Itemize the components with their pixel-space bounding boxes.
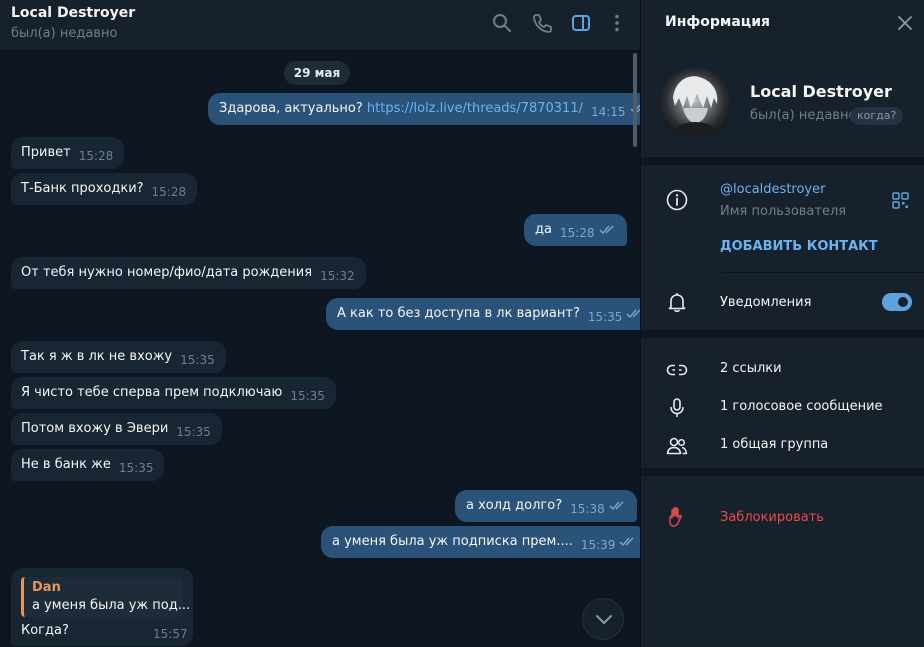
last-seen-chip[interactable]: когда? — [850, 107, 904, 125]
message-time: 14:15 — [590, 105, 626, 119]
message-time: 15:35 — [118, 461, 154, 475]
section-divider — [641, 468, 924, 476]
username-label: Имя пользователя — [720, 204, 847, 219]
microphone-icon — [665, 396, 689, 420]
scroll-thumb[interactable] — [633, 53, 637, 147]
message-time: 15:38 — [570, 502, 605, 516]
chat-header: Local Destroyer был(а) недавно — [0, 0, 640, 51]
toggle-knob — [896, 295, 910, 309]
message-outgoing[interactable]: А как то без доступа в лк вариант? 15:35 — [326, 298, 655, 330]
read-check-icon — [609, 501, 627, 511]
message-text: а уменя была уж подписка прем.... — [332, 534, 573, 549]
notifications-toggle[interactable] — [882, 293, 912, 311]
chevron-down-icon — [596, 615, 612, 624]
info-title: Информация — [665, 14, 770, 30]
quote-author: Dan — [32, 580, 61, 595]
message-text: да — [535, 222, 552, 237]
message-incoming[interactable]: Т-Банк проходки? 15:28 — [11, 173, 198, 205]
message-time: 15:35 — [587, 310, 623, 324]
section-divider — [641, 157, 924, 165]
section-divider — [641, 330, 924, 338]
chat-pane: Local Destroyer был(а) недавно 29 мая Зд… — [0, 0, 658, 647]
message-incoming[interactable]: От тебя нужно номер/фио/дата рождения 15:… — [11, 257, 366, 289]
message-link[interactable]: https://lolz.live/threads/7870311/ — [367, 101, 583, 116]
message-time: 15:28 — [78, 149, 114, 163]
link-icon — [665, 358, 689, 382]
qr-code-icon[interactable] — [892, 192, 909, 209]
message-outgoing[interactable]: да 15:28 — [524, 214, 627, 246]
hand-stop-icon — [665, 505, 689, 529]
avatar[interactable] — [659, 68, 731, 140]
message-text: а холд долго? — [466, 498, 563, 513]
message-text: От тебя нужно номер/фио/дата рождения — [21, 265, 313, 280]
notifications-label: Уведомления — [720, 295, 812, 310]
profile-status: был(а) недавно — [750, 108, 857, 123]
message-time: 15:57 — [153, 627, 188, 641]
message-time: 15:28 — [151, 185, 187, 199]
message-text: Здарова, актуально? — [219, 101, 367, 116]
phone-icon[interactable] — [531, 12, 553, 34]
message-text: Я чисто тебе сперва прем подключаю — [21, 385, 283, 400]
message-incoming[interactable]: Не в банк же 15:35 — [11, 449, 165, 481]
search-icon[interactable] — [491, 12, 513, 34]
group-icon — [665, 434, 689, 458]
info-panel: Информация Local Destroyer был(а) недавн… — [641, 0, 924, 647]
message-text: Когда? — [21, 623, 69, 638]
chat-scrollbar[interactable] — [632, 51, 638, 647]
message-text: Так я ж в лк не вхожу — [21, 349, 173, 364]
message-text: Потом вхожу в Эвери — [21, 421, 169, 436]
row-divider — [721, 272, 924, 273]
common-groups-count[interactable]: 1 общая группа — [720, 437, 828, 452]
reply-quote[interactable]: Dan а уменя была уж под... — [21, 577, 190, 617]
message-text: А как то без доступа в лк вариант? — [337, 306, 580, 321]
message-time: 15:35 — [180, 353, 215, 367]
info-icon — [665, 188, 689, 212]
close-icon[interactable] — [897, 15, 913, 31]
message-time: 15:35 — [290, 389, 325, 403]
message-text: Не в банк же — [21, 457, 111, 472]
message-reply-incoming[interactable]: Dan а уменя была уж под... Когда? 15:57 — [11, 568, 193, 646]
chat-status: был(а) недавно — [11, 26, 118, 41]
message-time: 15:35 — [176, 425, 211, 439]
voice-messages-count[interactable]: 1 голосовое сообщение — [720, 399, 883, 414]
message-incoming[interactable]: Так я ж в лк не вхожу 15:35 — [11, 341, 226, 373]
bell-icon — [665, 290, 689, 314]
username-link[interactable]: @localdestroyer — [720, 182, 825, 197]
add-contact-button[interactable]: ДОБАВИТЬ КОНТАКТ — [720, 239, 878, 254]
message-outgoing[interactable]: а уменя была уж подписка прем.... 15:39 — [321, 526, 648, 558]
message-time: 15:32 — [320, 269, 355, 283]
scroll-down-button[interactable] — [582, 598, 624, 640]
message-time: 15:28 — [559, 226, 595, 240]
quote-text: а уменя была уж под... — [32, 598, 191, 613]
chat-title[interactable]: Local Destroyer — [11, 5, 135, 21]
read-check-icon — [599, 225, 617, 235]
message-incoming[interactable]: Привет 15:28 — [11, 137, 125, 169]
message-text: Привет — [21, 145, 71, 160]
date-separator: 29 мая — [284, 61, 350, 85]
message-outgoing[interactable]: а холд долго? 15:38 — [455, 490, 637, 522]
block-user-button[interactable]: Заблокировать — [720, 510, 824, 525]
links-count[interactable]: 2 ссылки — [720, 361, 782, 376]
profile-name: Local Destroyer — [750, 82, 892, 101]
message-outgoing[interactable]: Здарова, актуально? https://lolz.live/th… — [208, 93, 658, 125]
sidebar-toggle-icon[interactable] — [570, 12, 592, 34]
message-text: Т-Банк проходки? — [21, 181, 144, 196]
message-list[interactable]: 29 мая Здарова, актуально? https://lolz.… — [0, 51, 658, 647]
message-incoming[interactable]: Потом вхожу в Эвери 15:35 — [11, 413, 222, 445]
message-time: 15:39 — [580, 538, 616, 552]
more-icon[interactable] — [606, 12, 628, 34]
message-incoming[interactable]: Я чисто тебе сперва прем подключаю 15:35 — [11, 377, 336, 409]
